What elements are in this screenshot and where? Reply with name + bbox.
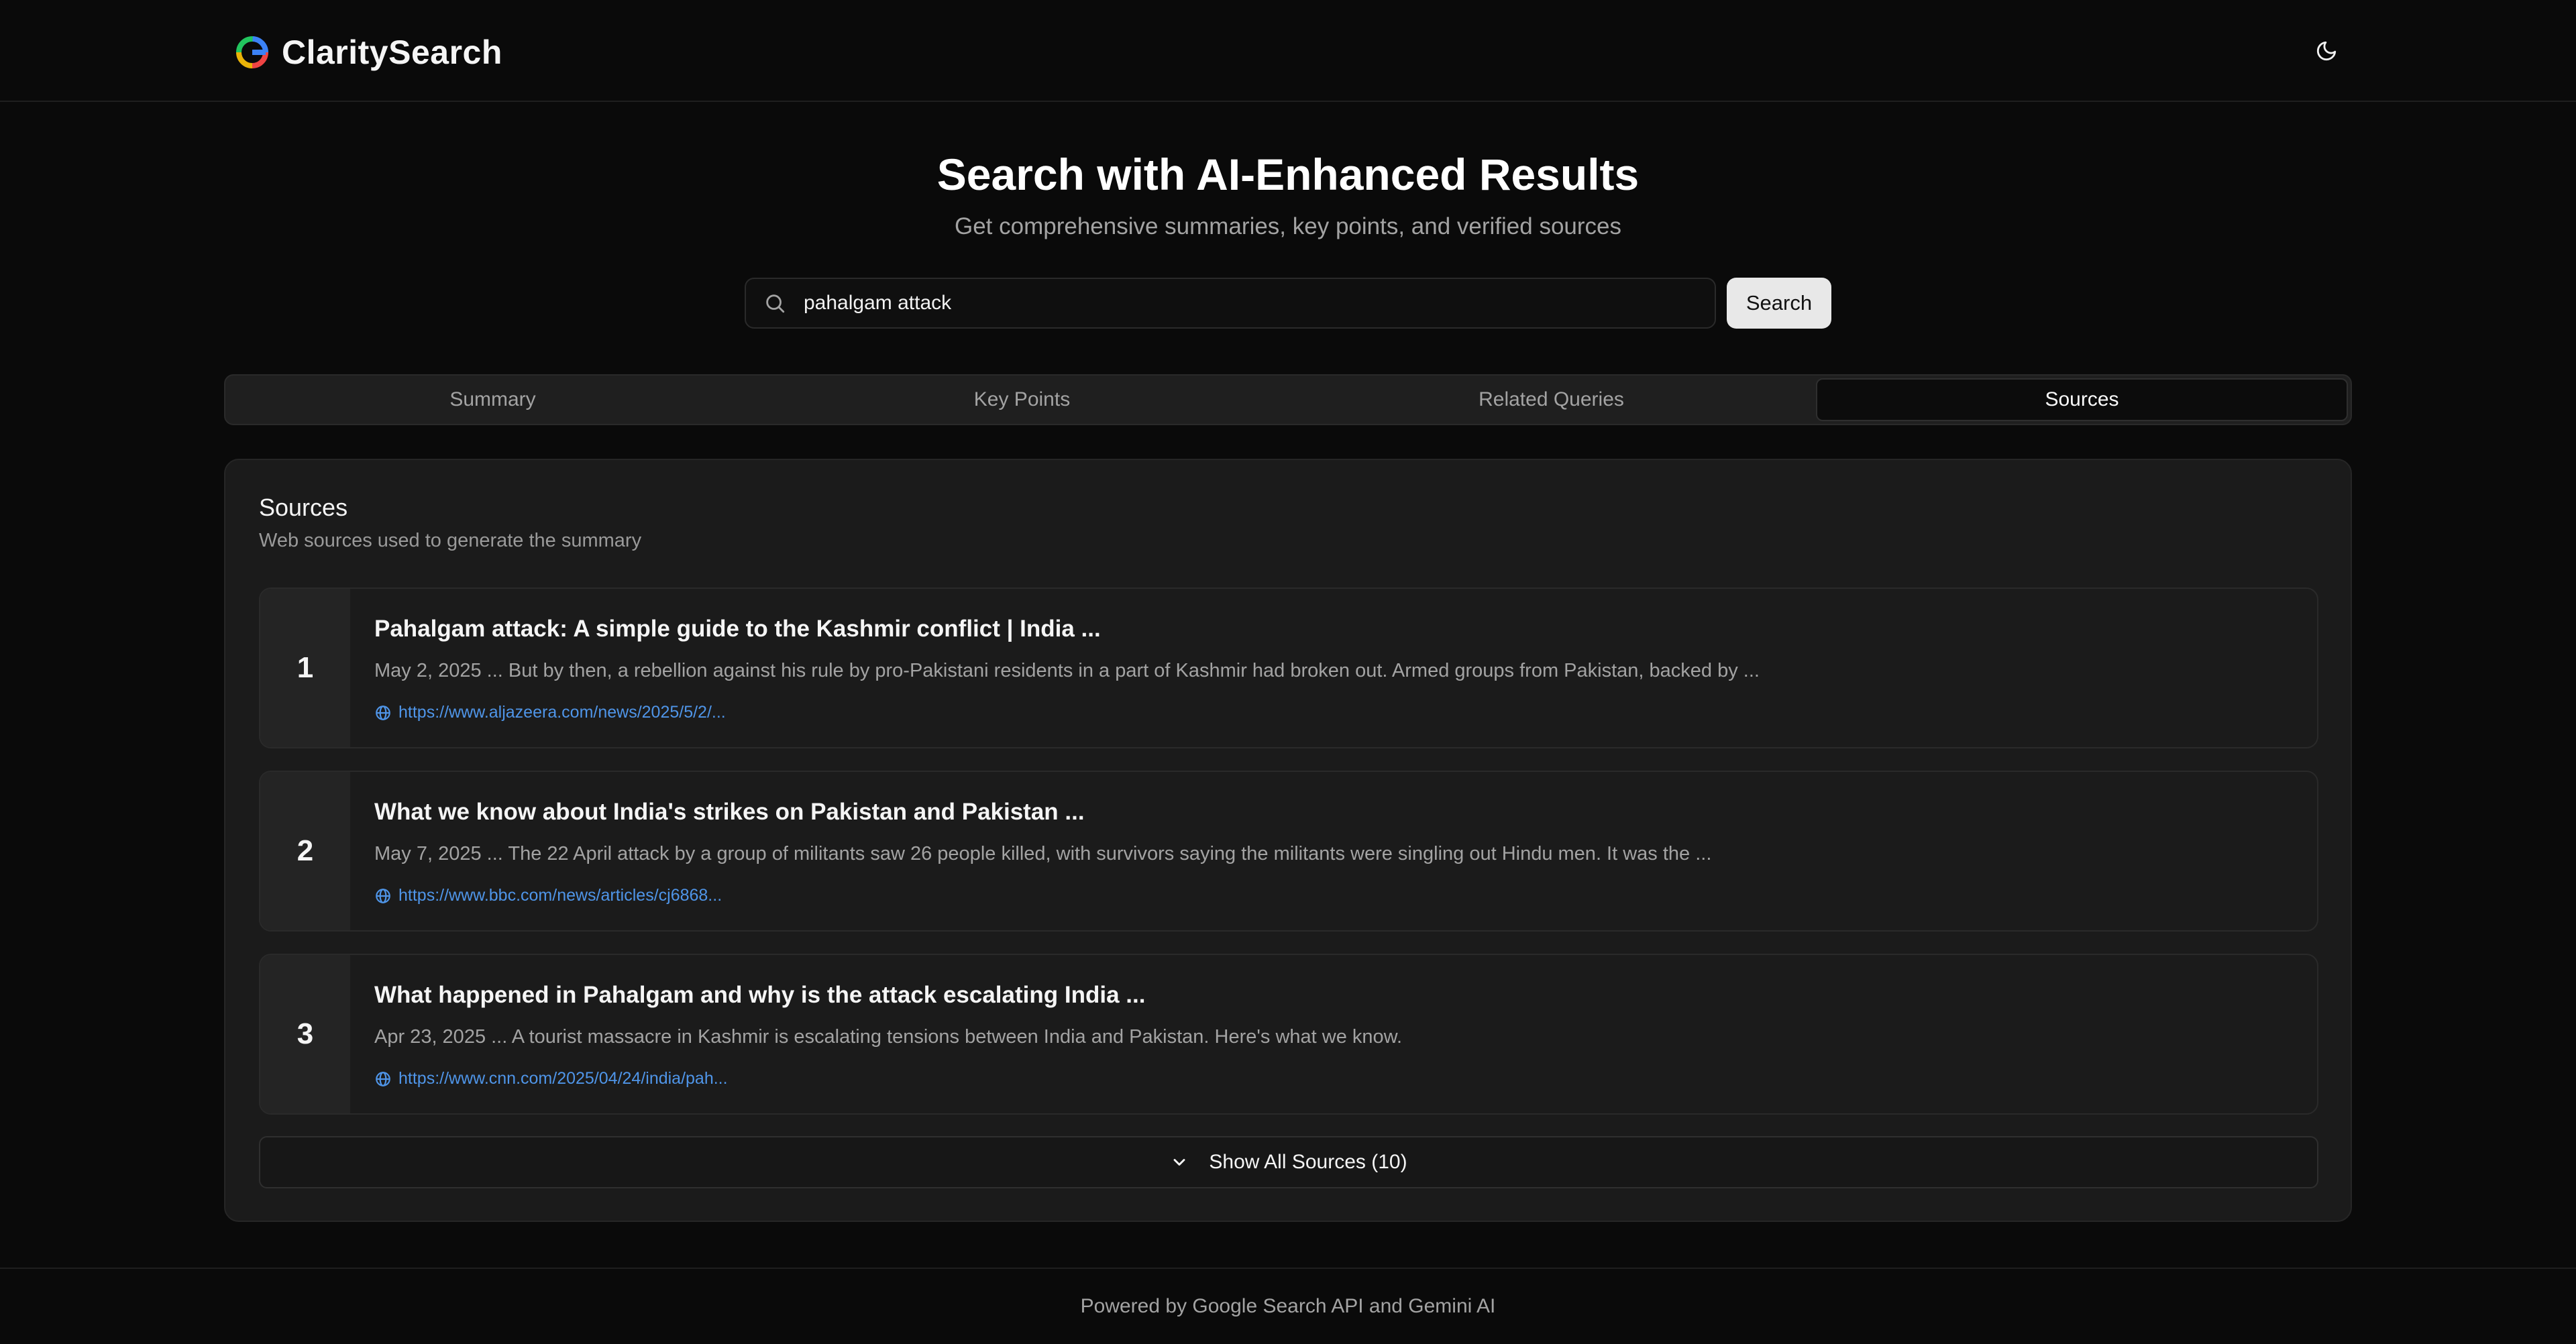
tab-key-points[interactable]: Key Points (757, 378, 1287, 421)
source-number: 3 (260, 955, 350, 1113)
footer: Powered by Google Search API and Gemini … (0, 1268, 2576, 1344)
source-link[interactable]: https://www.bbc.com/news/articles/cj6868… (374, 886, 722, 905)
source-snippet: Apr 23, 2025 ... A tourist massacre in K… (374, 1026, 1403, 1048)
brand[interactable]: ClaritySearch (235, 32, 502, 72)
page-subtitle: Get comprehensive summaries, key points,… (954, 213, 1622, 239)
source-link[interactable]: https://www.cnn.com/2025/04/24/india/pah… (374, 1069, 728, 1088)
sources-card: Sources Web sources used to generate the… (224, 459, 2352, 1222)
source-url: https://www.cnn.com/2025/04/24/india/pah… (398, 1069, 728, 1088)
source-url: https://www.aljazeera.com/news/2025/5/2/… (398, 703, 726, 722)
tab-summary[interactable]: Summary (228, 378, 757, 421)
theme-toggle-button[interactable] (2308, 32, 2345, 70)
source-number: 1 (260, 589, 350, 747)
source-link[interactable]: https://www.aljazeera.com/news/2025/5/2/… (374, 703, 726, 722)
chevron-down-icon (1173, 1159, 1185, 1166)
page-title: Search with AI-Enhanced Results (936, 150, 1640, 199)
tab-sources[interactable]: Sources (1816, 378, 2348, 421)
source-title[interactable]: Pahalgam attack: A simple guide to the K… (374, 616, 1101, 642)
show-all-sources-button[interactable]: Show All Sources (10) (259, 1136, 2318, 1188)
source-item[interactable]: 3 What happened in Pahalgam and why is t… (259, 954, 2318, 1115)
globe-icon (376, 705, 390, 720)
globe-icon (376, 888, 390, 903)
footer-text: Powered by Google Search API and Gemini … (1080, 1295, 1496, 1317)
search-button[interactable]: Search (1727, 278, 1831, 329)
app-header: ClaritySearch (0, 0, 2576, 102)
sources-subtitle: Web sources used to generate the summary (259, 530, 642, 551)
sources-title: Sources (259, 494, 348, 521)
app-name: ClaritySearch (282, 34, 502, 71)
source-title[interactable]: What we know about India's strikes on Pa… (374, 799, 1085, 826)
search-input[interactable] (804, 292, 1715, 315)
result-tabs: Summary Key Points Related Queries Sourc… (224, 374, 2352, 425)
source-item[interactable]: 1 Pahalgam attack: A simple guide to the… (259, 587, 2318, 748)
globe-icon (376, 1071, 390, 1086)
search-box (745, 278, 1716, 329)
source-item[interactable]: 2 What we know about India's strikes on … (259, 771, 2318, 932)
source-snippet: May 7, 2025 ... The 22 April attack by a… (374, 843, 1712, 864)
logo-icon (236, 36, 268, 68)
tab-related-queries[interactable]: Related Queries (1287, 378, 1816, 421)
moon-icon (2316, 41, 2337, 61)
source-number: 2 (260, 772, 350, 930)
search-icon (766, 294, 785, 313)
show-all-label: Show All Sources (10) (1209, 1151, 1407, 1173)
source-snippet: May 2, 2025 ... But by then, a rebellion… (374, 660, 1760, 681)
source-url: https://www.bbc.com/news/articles/cj6868… (398, 886, 722, 905)
source-title[interactable]: What happened in Pahalgam and why is the… (374, 982, 1145, 1009)
